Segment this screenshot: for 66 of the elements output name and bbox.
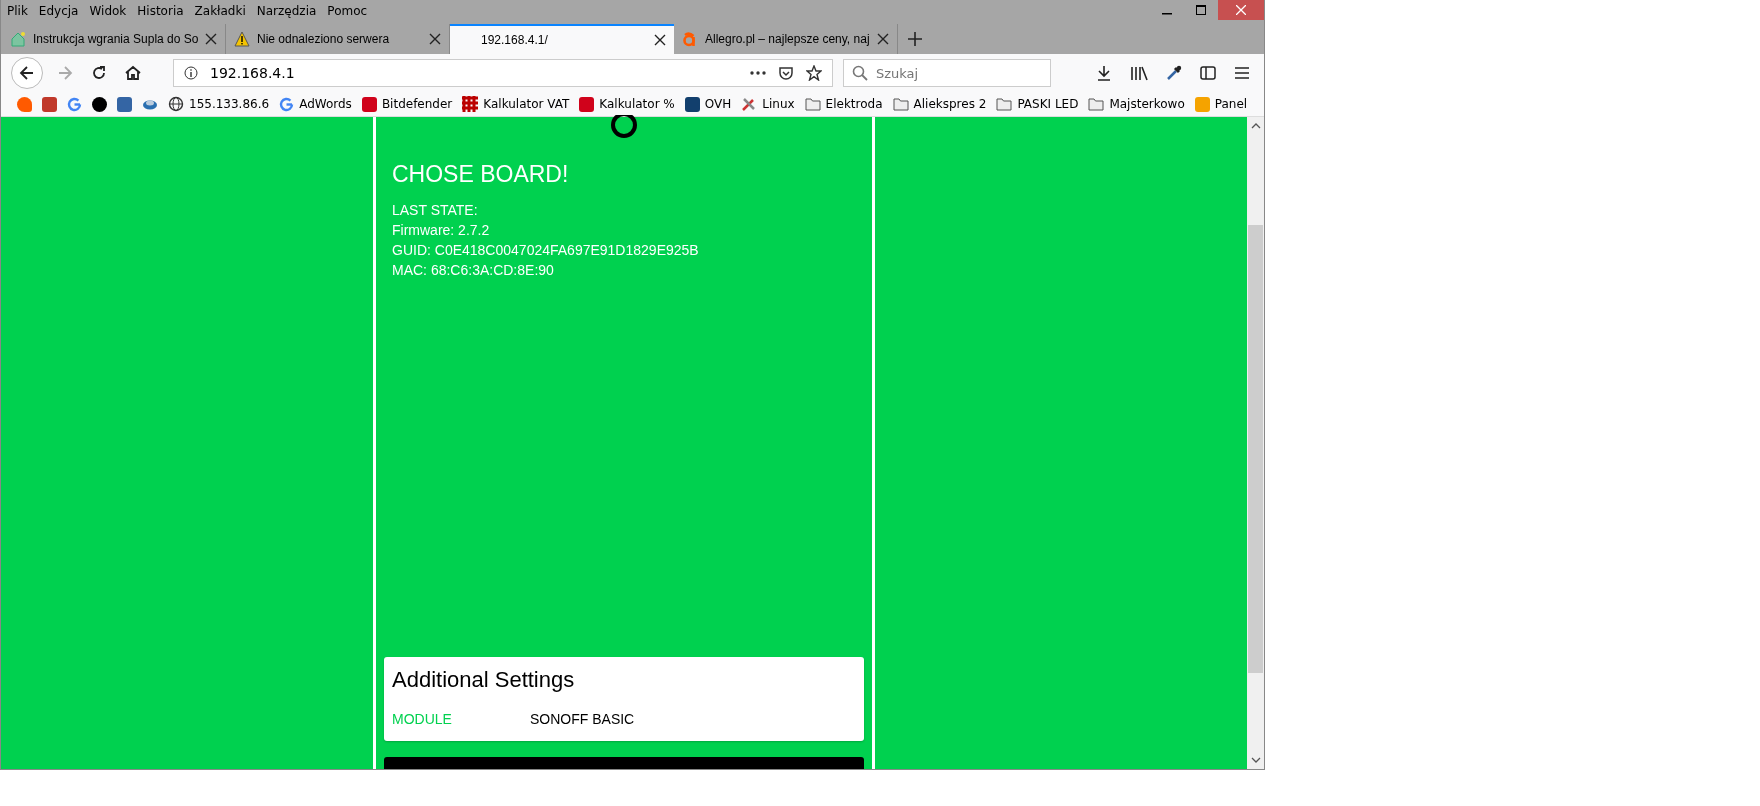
google-icon[interactable]	[67, 96, 82, 112]
address-bar[interactable]: 192.168.4.1	[173, 59, 833, 87]
star-icon[interactable]	[806, 65, 822, 81]
warning-icon	[234, 31, 250, 47]
field-value: SONOFF BASIC	[530, 711, 635, 727]
bookmark[interactable]: Elektroda	[804, 97, 883, 111]
menu-item[interactable]: Pomoc	[327, 4, 368, 18]
card-title: Additional Settings	[392, 667, 576, 693]
bookmark[interactable]: Bitdefender	[361, 96, 453, 112]
page-heading: CHOSE BOARD!	[392, 161, 570, 188]
status-line: Firmware: 2.7.2	[392, 221, 491, 240]
bookmark[interactable]: AdWords	[279, 96, 352, 112]
close-tab-icon[interactable]	[205, 33, 218, 45]
folder-icon	[996, 97, 1013, 111]
pocket-icon[interactable]	[778, 65, 794, 81]
back-arrow-icon	[19, 65, 35, 81]
download-icon[interactable]	[1096, 65, 1112, 81]
close-tab-icon[interactable]	[654, 34, 666, 46]
bookmark[interactable]: Panel	[1194, 96, 1248, 112]
close-tab-icon[interactable]	[877, 33, 889, 45]
library-icon[interactable]	[1130, 65, 1148, 81]
ring-icon	[608, 115, 640, 139]
bookmark[interactable]: Kalkulator VAT	[462, 96, 570, 112]
eyedropper-icon[interactable]	[1166, 65, 1182, 81]
menu-icon[interactable]	[1234, 66, 1250, 80]
sidebar-icon[interactable]	[1200, 65, 1216, 81]
field-label: MODULE	[392, 711, 453, 727]
browser-tab[interactable]: 192.168.4.1/	[450, 24, 674, 54]
grid-icon	[462, 96, 479, 112]
bookmark[interactable]: Kalkulator %	[579, 96, 675, 112]
status-line: LAST STATE:	[392, 201, 479, 220]
bookmark[interactable]: Linux	[741, 96, 795, 112]
home-icon[interactable]	[125, 65, 141, 81]
close-icon	[1236, 5, 1246, 15]
bookmark[interactable]: 155.133.86.6	[168, 96, 270, 112]
status-line: GUID: C0E418C0047024FA697E91D1829E925B	[392, 241, 700, 260]
menu-item[interactable]: Widok	[89, 4, 127, 18]
folder-icon	[1088, 97, 1105, 111]
close-tab-icon[interactable]	[429, 33, 441, 45]
maximize-icon[interactable]	[1196, 5, 1206, 15]
more-icon[interactable]	[750, 71, 766, 75]
search-icon	[852, 65, 868, 81]
google-icon	[279, 96, 295, 112]
folder-icon	[804, 97, 821, 111]
new-tab-icon[interactable]	[908, 32, 922, 46]
menu-item[interactable]: Historia	[137, 4, 184, 18]
menu-item[interactable]: Plik	[7, 4, 28, 18]
bookmark[interactable]: OVH	[684, 96, 732, 112]
close-button[interactable]	[1218, 0, 1264, 20]
back-button[interactable]	[11, 57, 43, 89]
bookmark[interactable]: PASKI LED	[996, 97, 1079, 111]
scroll-down-icon[interactable]	[1250, 757, 1261, 763]
menu-item[interactable]: Edycja	[38, 4, 79, 18]
bookmark[interactable]: Aliekspres 2	[892, 97, 987, 111]
bookmark[interactable]: Majsterkowo	[1088, 97, 1185, 111]
info-icon	[184, 66, 198, 80]
reload-icon[interactable]	[91, 65, 107, 81]
folder-icon	[892, 97, 909, 111]
search-field[interactable]: Szukaj	[843, 59, 1051, 87]
menu-item[interactable]: Zakładki	[194, 4, 246, 18]
status-line: MAC: 68:C6:3A:CD:8E:90	[392, 261, 555, 280]
menu-item[interactable]: Narzędzia	[256, 4, 317, 18]
scroll-up-icon[interactable]	[1250, 123, 1261, 129]
scrollbar[interactable]	[1247, 117, 1264, 769]
house-icon	[10, 31, 26, 47]
globe-icon	[168, 96, 184, 112]
